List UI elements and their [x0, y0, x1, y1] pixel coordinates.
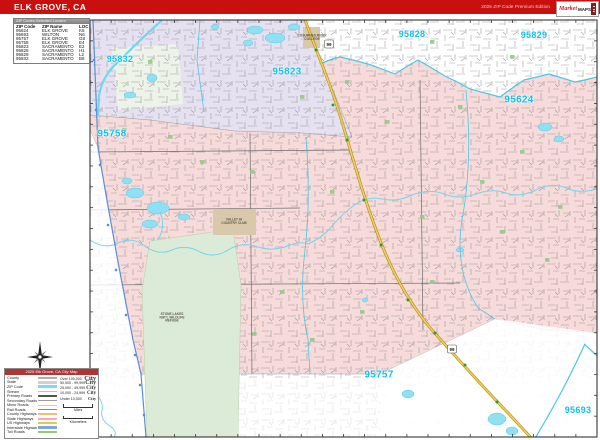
- zip-table-cell: SACRAMENTO: [42, 57, 79, 61]
- edition-label: 2025 ZIP Code Premium Edition: [481, 5, 550, 10]
- logo-brand2-text: MAPS: [578, 7, 591, 12]
- city-size-row: Under 10,000City: [60, 396, 96, 401]
- legend-item-label: Minor Roads: [7, 403, 37, 407]
- legend-symbol: [38, 422, 57, 424]
- legend-item: Toll Roads: [7, 430, 57, 435]
- legend-item-label: County: [7, 376, 37, 380]
- legend-item-label: Toll Roads: [7, 430, 37, 434]
- legend-item-label: Interstate Highways: [7, 426, 37, 430]
- city-size-sample: City: [88, 396, 96, 401]
- legend-symbol: [38, 409, 57, 410]
- scale-bar-rule: [63, 416, 93, 420]
- legend-symbol: [38, 426, 57, 429]
- legend-symbol: [38, 405, 57, 406]
- zip-table-cell: B6: [79, 57, 90, 61]
- title-banner: ELK GROVE, CA 2025 ZIP Code Premium Edit…: [0, 0, 600, 14]
- marketmaps-logo: Market MAPS: [556, 1, 599, 17]
- legend-symbol: [38, 413, 57, 415]
- legend-symbols-column: CountyStateZIP CodeStreamPrimary RoadsSe…: [7, 376, 57, 435]
- legend-symbol: [38, 377, 57, 379]
- logo-brand-text: Market: [559, 6, 577, 12]
- map-legend: 2025 Elk Grove, CA City Map CountyStateZ…: [4, 368, 99, 439]
- highway-shield-99: 99: [325, 40, 334, 48]
- scale-bar-rule: [63, 404, 93, 408]
- legend-item-label: ZIP Code: [7, 385, 37, 389]
- legend-symbol: [38, 381, 57, 384]
- page-title: ELK GROVE, CA: [14, 2, 86, 12]
- zip-index-table: ZIP Codes Selected Locator ZIP CodeZIP N…: [13, 18, 90, 64]
- golf-course-area: [213, 209, 256, 235]
- legend-symbol: [38, 385, 57, 388]
- svg-text:99: 99: [449, 347, 455, 352]
- legend-item-label: Rail Roads: [7, 408, 37, 412]
- legend-symbol: [38, 395, 57, 397]
- zip-table-cell: 95832: [16, 57, 42, 61]
- svg-text:99: 99: [326, 42, 332, 47]
- legend-symbol: [38, 391, 57, 392]
- legend-item-label: State Highways: [7, 417, 37, 421]
- legend-item-label: US Highways: [7, 421, 37, 425]
- zip-table-grid: ZIP CodeZIP NameLOC95624ELK GROVEK595693…: [14, 24, 89, 63]
- highway-shield-99-south: 99: [448, 345, 457, 353]
- legend-item-label: Primary Roads: [7, 394, 37, 398]
- legend-item-label: County Highways: [7, 412, 37, 416]
- city-size-range: 10,000 - 24,999: [60, 391, 87, 395]
- city-size-range: Under 10,000: [60, 397, 88, 401]
- legend-symbol: [38, 418, 57, 420]
- scale-bar-label: Miles: [63, 408, 93, 412]
- scale-bar: Miles: [60, 404, 96, 412]
- legend-symbol: [38, 400, 57, 401]
- city-size-range: 50,000 - 99,999: [60, 381, 85, 385]
- legend-symbol: [38, 431, 57, 433]
- legend-item-label: Secondary Roads: [7, 399, 37, 403]
- city-size-range: 25,000 - 49,999: [60, 386, 86, 390]
- scale-bar: Kilometers: [60, 416, 96, 424]
- legend-item-label: Stream: [7, 390, 37, 394]
- wildlife-refuge-area: [142, 229, 241, 437]
- legend-item-label: State: [7, 380, 37, 384]
- logo-contact-box: [591, 3, 596, 15]
- legend-city-sizes-column: Over 100,000City50,000 - 99,999City25,00…: [57, 376, 96, 435]
- scale-bar-label: Kilometers: [63, 420, 93, 424]
